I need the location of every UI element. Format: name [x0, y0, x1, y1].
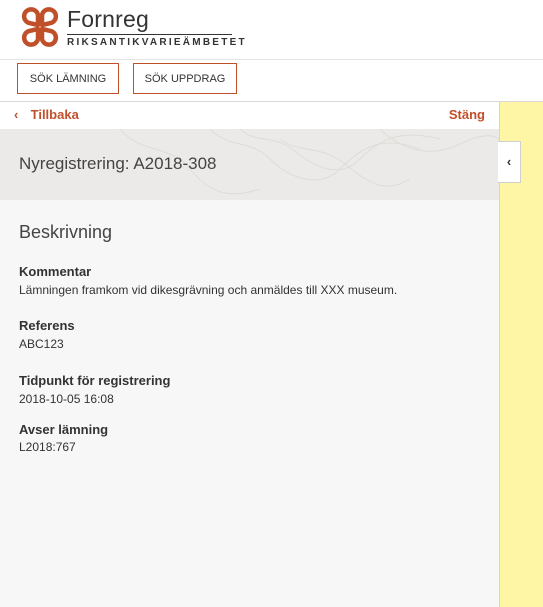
chevron-left-icon: ‹ [506, 154, 512, 169]
section-title: Beskrivning [19, 222, 113, 242]
close-link[interactable]: Stäng [449, 107, 485, 122]
field-value-registered-at: 2018-10-05 16:08 [19, 392, 114, 406]
field-value-remains: L2018:767 [19, 440, 76, 454]
detail-panel: ‹ Tillbaka Stäng Nyregistrering: A2018-3… [0, 102, 500, 607]
search-assignment-button[interactable]: SÖK UPPDRAG [133, 63, 237, 94]
search-remains-button[interactable]: SÖK LÄMNING [17, 63, 119, 94]
logo-subtitle: RIKSANTIKVARIEÄMBETET [67, 37, 247, 48]
logo-divider [67, 34, 232, 35]
page-title: Nyregistrering: A2018-308 [19, 154, 217, 173]
field-value-comment: Lämningen framkom vid dikesgrävning och … [19, 283, 398, 297]
title-band: Nyregistrering: A2018-308 [0, 129, 499, 200]
field-value-reference: ABC123 [19, 337, 64, 351]
panel-toggle-button[interactable]: ‹ [498, 141, 521, 183]
app-header: Fornreg RIKSANTIKVARIEÄMBETET [0, 0, 543, 60]
field-label-remains: Avser lämning [19, 422, 109, 437]
fornreg-logo-icon[interactable] [17, 4, 63, 50]
main-toolbar: SÖK LÄMNING SÖK UPPDRAG [0, 60, 543, 102]
field-label-reference: Referens [19, 318, 75, 333]
field-label-registered-at: Tidpunkt för registrering [19, 373, 171, 388]
chevron-left-icon: ‹ [14, 107, 19, 122]
field-label-comment: Kommentar [19, 264, 92, 279]
back-label: Tillbaka [30, 107, 79, 122]
logo-name: Fornreg [67, 6, 149, 32]
back-link[interactable]: ‹ Tillbaka [14, 107, 79, 122]
panel-navbar: ‹ Tillbaka Stäng [0, 102, 499, 129]
